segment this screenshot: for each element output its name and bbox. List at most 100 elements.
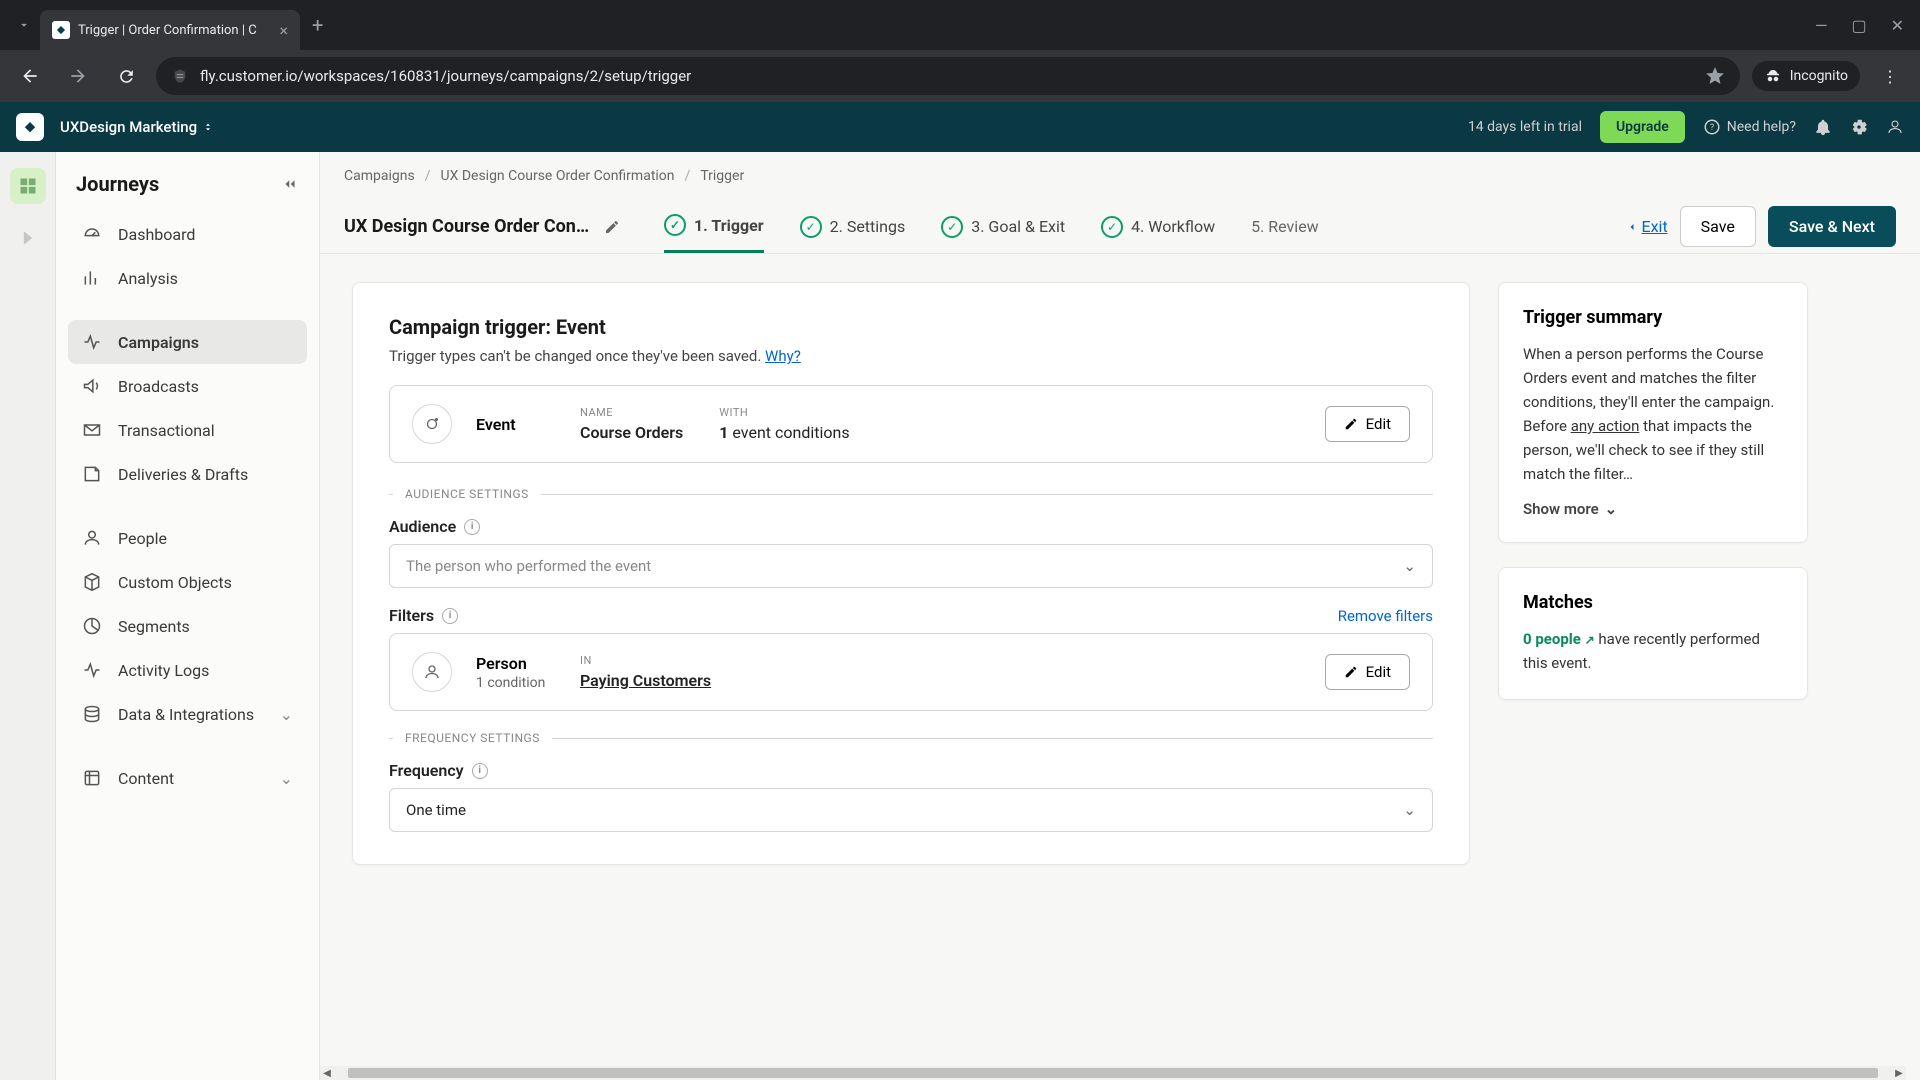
pencil-icon[interactable]	[604, 219, 620, 235]
sidebar-item-dashboard[interactable]: Dashboard	[68, 212, 307, 256]
settings-icon[interactable]	[1850, 118, 1868, 136]
any-action-link[interactable]: any action	[1571, 417, 1640, 435]
sidebar-title: Journeys	[76, 172, 159, 196]
breadcrumb-current: Trigger	[700, 168, 744, 184]
breadcrumb: Campaigns / UX Design Course Order Confi…	[320, 152, 1920, 192]
edit-filter-button[interactable]: Edit	[1325, 654, 1410, 690]
chevron-left-icon	[1626, 221, 1638, 233]
sidebar-item-people[interactable]: People	[68, 516, 307, 560]
sidebar-item-broadcasts[interactable]: Broadcasts	[68, 364, 307, 408]
frequency-select[interactable]: One time ⌄	[389, 788, 1433, 832]
sidebar-item-campaigns[interactable]: Campaigns	[68, 320, 307, 364]
incognito-badge[interactable]: Incognito	[1752, 61, 1860, 91]
collapse-sidebar-icon[interactable]	[281, 175, 299, 193]
edit-event-button[interactable]: Edit	[1325, 406, 1410, 442]
help-icon: ?	[1703, 118, 1721, 136]
external-link-icon: ↗	[1585, 633, 1595, 647]
step-workflow[interactable]: ✓ 4. Workflow	[1101, 200, 1215, 253]
people-icon	[82, 528, 104, 548]
check-icon: ✓	[1101, 216, 1123, 238]
close-window-icon[interactable]: ✕	[1891, 16, 1904, 35]
minimize-icon[interactable]: —	[1815, 16, 1828, 35]
scroll-right-icon[interactable]: ▶	[1892, 1068, 1906, 1079]
name-label: NAME	[580, 406, 683, 419]
save-next-button[interactable]: Save & Next	[1768, 206, 1896, 247]
trigger-summary-card: Trigger summary When a person performs t…	[1498, 282, 1808, 543]
sidebar-item-segments[interactable]: Segments	[68, 604, 307, 648]
why-link[interactable]: Why?	[765, 347, 801, 365]
check-icon: ✓	[800, 216, 822, 238]
step-trigger[interactable]: ✓ 1. Trigger	[664, 200, 764, 253]
step-review[interactable]: 5. Review	[1251, 200, 1319, 253]
sidebar-item-content[interactable]: Content ⌄	[68, 756, 307, 800]
rail-other-icon[interactable]	[10, 220, 46, 256]
audience-select[interactable]: The person who performed the event ⌄	[389, 544, 1433, 588]
sidebar-item-analysis[interactable]: Analysis	[68, 256, 307, 300]
app-header: ⬥ UXDesign Marketing 14 days left in tri…	[0, 102, 1920, 152]
event-conditions-value: 1 event conditions	[719, 423, 849, 442]
dashboard-icon	[82, 224, 104, 244]
profile-icon[interactable]	[1886, 118, 1904, 136]
tab-title: Trigger | Order Confirmation | C	[78, 23, 271, 38]
event-name-value: Course Orders	[580, 423, 683, 442]
matches-card: Matches 0 people ↗ have recently perform…	[1498, 567, 1808, 700]
new-tab-button[interactable]: +	[312, 13, 323, 37]
app-logo-icon[interactable]: ⬥	[16, 113, 44, 141]
browser-menu-icon[interactable]: ⋮	[1872, 58, 1908, 94]
audience-label: Audience i	[389, 517, 480, 536]
scrollbar-thumb[interactable]	[348, 1068, 1878, 1078]
pencil-icon	[1344, 665, 1358, 679]
matches-count-link[interactable]: 0 people ↗	[1523, 630, 1598, 648]
workspace-switcher[interactable]: UXDesign Marketing	[60, 118, 213, 136]
bookmark-icon[interactable]	[1706, 67, 1724, 85]
segment-link[interactable]: Paying Customers	[580, 671, 711, 690]
in-label: IN	[580, 654, 711, 667]
horizontal-scrollbar[interactable]: ◀ ▶	[320, 1066, 1906, 1080]
frequency-label: Frequency i	[389, 761, 488, 780]
step-settings[interactable]: ✓ 2. Settings	[800, 200, 906, 253]
upgrade-button[interactable]: Upgrade	[1600, 111, 1685, 143]
check-icon: ✓	[941, 216, 963, 238]
back-button[interactable]	[12, 58, 48, 94]
info-icon[interactable]: i	[472, 763, 488, 779]
transactional-icon	[82, 420, 104, 440]
breadcrumb-campaign[interactable]: UX Design Course Order Confirmation	[441, 168, 675, 184]
sidebar-item-deliveries[interactable]: Deliveries & Drafts	[68, 452, 307, 496]
save-button[interactable]: Save	[1680, 206, 1756, 247]
window-controls: — ▢ ✕	[1815, 16, 1912, 35]
remove-filters-link[interactable]: Remove filters	[1338, 607, 1433, 625]
breadcrumb-campaigns[interactable]: Campaigns	[344, 168, 415, 184]
scroll-left-icon[interactable]: ◀	[320, 1068, 334, 1079]
sidebar-item-custom-objects[interactable]: Custom Objects	[68, 560, 307, 604]
site-info-icon[interactable]	[172, 68, 188, 84]
matches-title: Matches	[1523, 592, 1783, 613]
sidebar-item-transactional[interactable]: Transactional	[68, 408, 307, 452]
browser-tab[interactable]: ⬥ Trigger | Order Confirmation | C ×	[40, 10, 300, 50]
exit-link[interactable]: Exit	[1626, 217, 1668, 236]
chevron-down-icon: ⌄	[280, 769, 293, 788]
notifications-icon[interactable]	[1814, 118, 1832, 136]
info-icon[interactable]: i	[442, 608, 458, 624]
person-label: Person	[476, 654, 556, 673]
trial-banner: 14 days left in trial	[1468, 119, 1582, 135]
chevron-down-icon: ⌄	[1605, 500, 1618, 518]
tab-search-dropdown[interactable]	[8, 9, 40, 41]
maximize-icon[interactable]: ▢	[1851, 16, 1866, 35]
chevron-updown-icon	[203, 120, 213, 134]
help-button[interactable]: ? Need help?	[1703, 118, 1796, 136]
chevron-down-icon: ⌄	[1403, 801, 1416, 819]
product-rail	[0, 152, 56, 1080]
info-icon[interactable]: i	[464, 519, 480, 535]
event-label: Event	[476, 415, 556, 434]
wizard-step-bar: UX Design Course Order Confi… ✓ 1. Trigg…	[320, 192, 1920, 254]
close-icon[interactable]: ×	[279, 21, 288, 40]
forward-button[interactable]	[60, 58, 96, 94]
sidebar-item-data-integrations[interactable]: Data & Integrations ⌄	[68, 692, 307, 736]
step-goal-exit[interactable]: ✓ 3. Goal & Exit	[941, 200, 1065, 253]
url-bar[interactable]: fly.customer.io/workspaces/160831/journe…	[156, 57, 1740, 95]
with-label: WITH	[719, 406, 849, 419]
show-more-button[interactable]: Show more ⌄	[1523, 500, 1783, 518]
reload-button[interactable]	[108, 58, 144, 94]
sidebar-item-activity-logs[interactable]: Activity Logs	[68, 648, 307, 692]
rail-journeys-icon[interactable]	[10, 168, 46, 204]
